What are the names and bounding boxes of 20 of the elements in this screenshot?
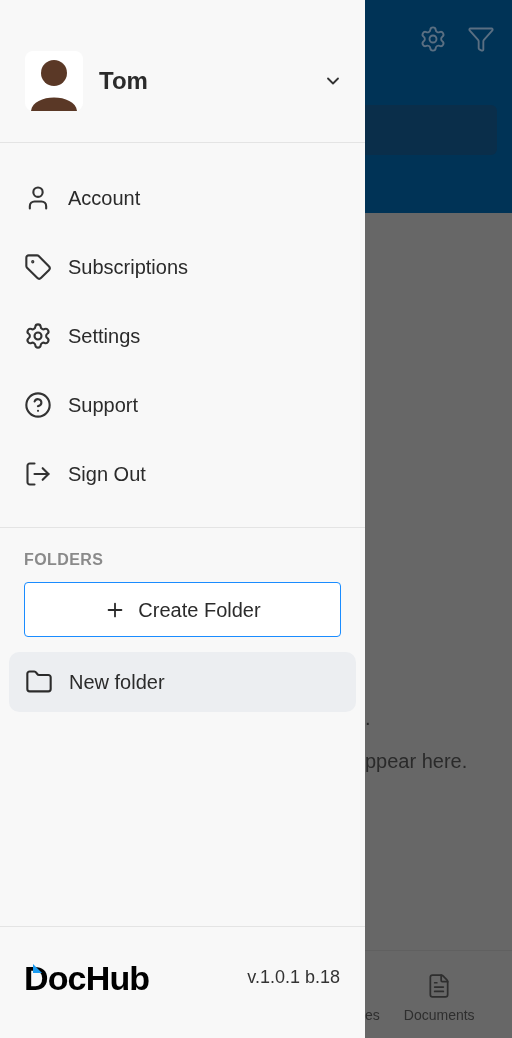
version-label: v.1.0.1 b.18 [247, 966, 340, 989]
user-name: Tom [99, 66, 148, 96]
avatar [25, 51, 83, 111]
tag-icon [24, 252, 52, 281]
settings-icon[interactable] [419, 25, 447, 53]
section-heading: FOLDERS [24, 550, 105, 570]
menu-item[interactable]: Settings [0, 301, 365, 370]
empty-title: . [365, 708, 372, 728]
menu-item[interactable]: Subscriptions [0, 232, 365, 301]
filter-icon[interactable] [467, 25, 495, 53]
dochub-logo: DocHub [24, 960, 150, 995]
settings-icon [24, 321, 52, 350]
empty-message: ppear here. [365, 749, 469, 774]
help-icon [24, 390, 52, 419]
create-folder-button[interactable]: Create Folder [24, 582, 341, 637]
menu-item[interactable]: Account [0, 163, 365, 232]
folder-item[interactable]: New folder [9, 652, 356, 712]
menu-item[interactable]: Support [0, 370, 365, 439]
menu-item[interactable]: Sign Out [0, 439, 365, 508]
sign-out-icon [24, 459, 52, 488]
